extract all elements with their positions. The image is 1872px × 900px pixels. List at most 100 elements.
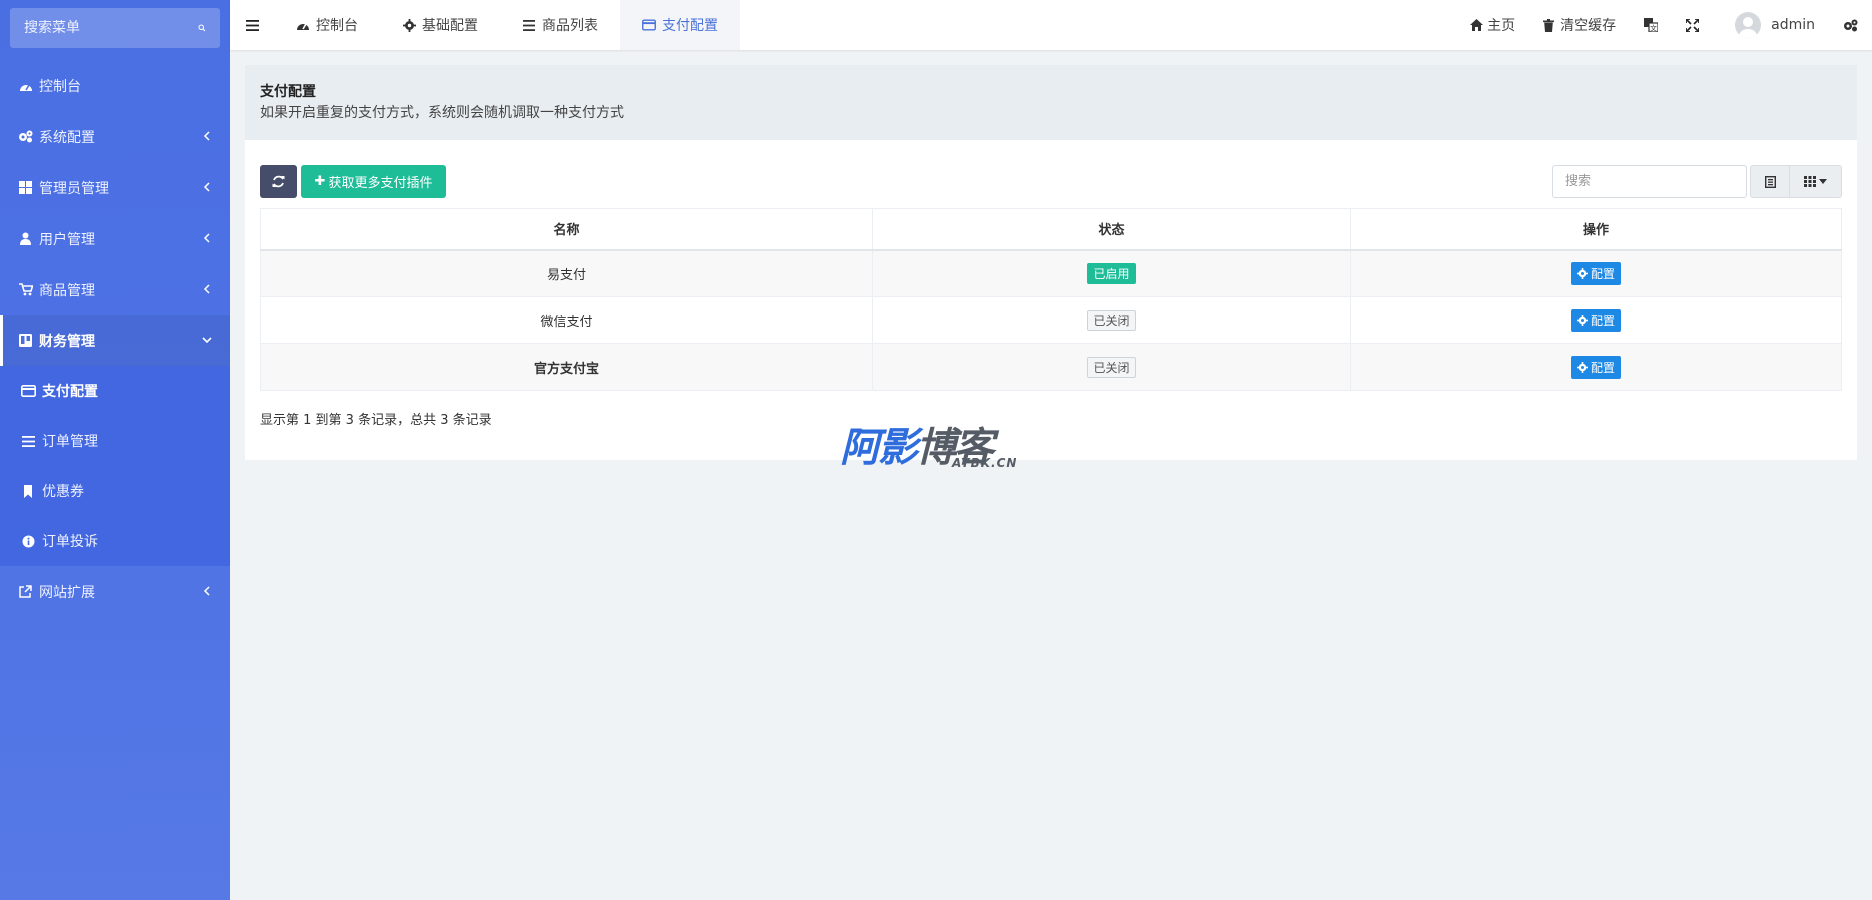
hamburger-icon (245, 19, 259, 31)
svg-text:文: 文 (1650, 24, 1657, 33)
credit-card-icon (20, 384, 36, 398)
user-menu[interactable]: admin (1713, 0, 1829, 50)
status-badge[interactable]: 已启用 (1087, 262, 1136, 284)
config-button[interactable]: 配置 (1570, 261, 1621, 285)
columns-dropdown-button[interactable] (1790, 165, 1842, 198)
config-button-label: 配置 (1590, 360, 1615, 375)
info-circle-icon (20, 534, 36, 548)
avatar (1735, 12, 1762, 38)
sidebar-subitem-label: 订单管理 (42, 434, 98, 450)
cogs-icon (1844, 19, 1858, 31)
tab-dashboard[interactable]: 控制台 (274, 0, 380, 50)
caret-down-icon (1819, 179, 1827, 184)
tab-basic-config[interactable]: 基础配置 (380, 0, 500, 50)
panel-heading: 支付配置 如果开启重复的支付方式，系统则会随机调取一种支付方式 (245, 65, 1857, 140)
home-link[interactable]: 主页 (1456, 0, 1529, 50)
config-button[interactable]: 配置 (1570, 308, 1621, 332)
sidebar-subitem-label: 支付配置 (42, 384, 98, 400)
refresh-button[interactable] (260, 165, 297, 198)
chevron-left-icon (203, 131, 210, 141)
settings-button[interactable] (1829, 0, 1872, 50)
tab-label: 支付配置 (662, 18, 718, 34)
get-more-plugins-button[interactable]: ✚ 获取更多支付插件 (301, 165, 446, 198)
sidebar-item-finance-manage[interactable]: 财务管理 (0, 315, 230, 366)
table-toolbar: ✚ 获取更多支付插件 (260, 165, 1842, 199)
sidebar: 控制台 系统配置 管理员管理 用户管理 商品管理 财务管理 (0, 0, 230, 900)
content-panel: 支付配置 如果开启重复的支付方式，系统则会随机调取一种支付方式 ✚ 获取更多支付… (245, 65, 1857, 460)
sidebar-item-label: 用户管理 (39, 231, 95, 248)
finance-submenu: 支付配置 订单管理 优惠券 订单投诉 (0, 366, 230, 566)
tab-label: 基础配置 (422, 18, 478, 34)
sidebar-item-goods-manage[interactable]: 商品管理 (0, 264, 230, 315)
topbar-right: 主页 清空缓存 文 admin (1456, 0, 1872, 50)
column-header-action[interactable]: 操作 (1350, 208, 1842, 251)
sidebar-subitem-coupon[interactable]: 优惠券 (0, 466, 230, 516)
language-button[interactable]: 文 (1630, 0, 1672, 50)
watermark-domain: AYBK.CN (952, 456, 1018, 470)
translate-icon: 文 (1644, 18, 1659, 33)
sidebar-item-user-manage[interactable]: 用户管理 (0, 213, 230, 264)
chevron-left-icon (203, 284, 210, 294)
sidebar-item-site-extend[interactable]: 网站扩展 (0, 566, 230, 617)
external-link-icon (18, 584, 33, 599)
dashboard-icon (18, 78, 33, 93)
status-badge[interactable]: 已关闭 (1087, 356, 1136, 378)
sidebar-item-label: 管理员管理 (39, 180, 109, 197)
table-row: 微信支付 已关闭 配置 (260, 296, 1842, 344)
windows-icon (18, 180, 33, 195)
column-header-status[interactable]: 状态 (872, 208, 1351, 251)
fullscreen-icon (1686, 18, 1700, 32)
gear-icon (1576, 267, 1588, 279)
sidebar-item-label: 网站扩展 (39, 584, 95, 601)
tab-payment-config[interactable]: 支付配置 (620, 0, 740, 50)
sidebar-menu: 控制台 系统配置 管理员管理 用户管理 商品管理 财务管理 支付配置 订单管理 … (0, 60, 230, 617)
sidebar-item-label: 财务管理 (39, 333, 95, 350)
menu-search-input[interactable] (24, 20, 198, 36)
config-button-label: 配置 (1590, 266, 1615, 281)
chevron-down-icon (202, 337, 212, 344)
home-label: 主页 (1487, 18, 1516, 34)
sidebar-item-system-config[interactable]: 系统配置 (0, 111, 230, 162)
sidebar-subitem-order-complaint[interactable]: 订单投诉 (0, 516, 230, 566)
tab-label: 商品列表 (542, 18, 598, 34)
user-name: admin (1771, 17, 1815, 33)
list-icon (20, 434, 36, 448)
fullscreen-button[interactable] (1672, 0, 1713, 50)
credit-card-icon (642, 18, 656, 32)
table-search-input[interactable] (1552, 165, 1747, 198)
column-header-name[interactable]: 名称 (260, 208, 873, 251)
status-badge[interactable]: 已关闭 (1087, 309, 1136, 331)
watermark-text-a: 阿影 (840, 425, 918, 471)
pagination-info: 显示第 1 到第 3 条记录，总共 3 条记录 (260, 413, 492, 428)
plus-icon: ✚ (314, 174, 326, 189)
config-button[interactable]: 配置 (1570, 355, 1621, 379)
shopping-cart-icon (18, 282, 33, 297)
chevron-left-icon (203, 182, 210, 192)
sidebar-toggle-button[interactable] (230, 0, 274, 50)
table-header-row: 名称 状态 操作 (260, 208, 1842, 251)
sidebar-subitem-label: 优惠券 (42, 484, 84, 500)
table-toggle-icon (1764, 175, 1776, 188)
sidebar-item-dashboard[interactable]: 控制台 (0, 60, 230, 111)
watermark-logo: 阿影博客 AYBK.CN (840, 425, 1040, 475)
clear-cache-label: 清空缓存 (1560, 18, 1617, 34)
sidebar-item-label: 控制台 (39, 78, 81, 95)
toggle-view-button[interactable] (1750, 165, 1790, 198)
home-icon (1470, 18, 1484, 32)
trello-icon (18, 333, 33, 348)
config-button-label: 配置 (1590, 313, 1615, 328)
sidebar-item-label: 商品管理 (39, 282, 95, 299)
sidebar-item-admin-manage[interactable]: 管理员管理 (0, 162, 230, 213)
topbar: 控制台 基础配置 商品列表 支付配置 主页 清空缓存 文 admin (230, 0, 1872, 50)
clear-cache-button[interactable]: 清空缓存 (1529, 0, 1630, 50)
sidebar-subitem-payment-config[interactable]: 支付配置 (0, 366, 230, 416)
search-icon[interactable] (198, 20, 206, 36)
table-row: 官方支付宝 已关闭 配置 (260, 343, 1842, 391)
tab-goods-list[interactable]: 商品列表 (500, 0, 620, 50)
sidebar-subitem-label: 订单投诉 (42, 534, 98, 550)
sidebar-item-label: 系统配置 (39, 129, 95, 146)
trash-icon (1543, 18, 1556, 32)
user-icon (18, 231, 33, 246)
tab-label: 控制台 (316, 18, 358, 34)
sidebar-subitem-order-manage[interactable]: 订单管理 (0, 416, 230, 466)
